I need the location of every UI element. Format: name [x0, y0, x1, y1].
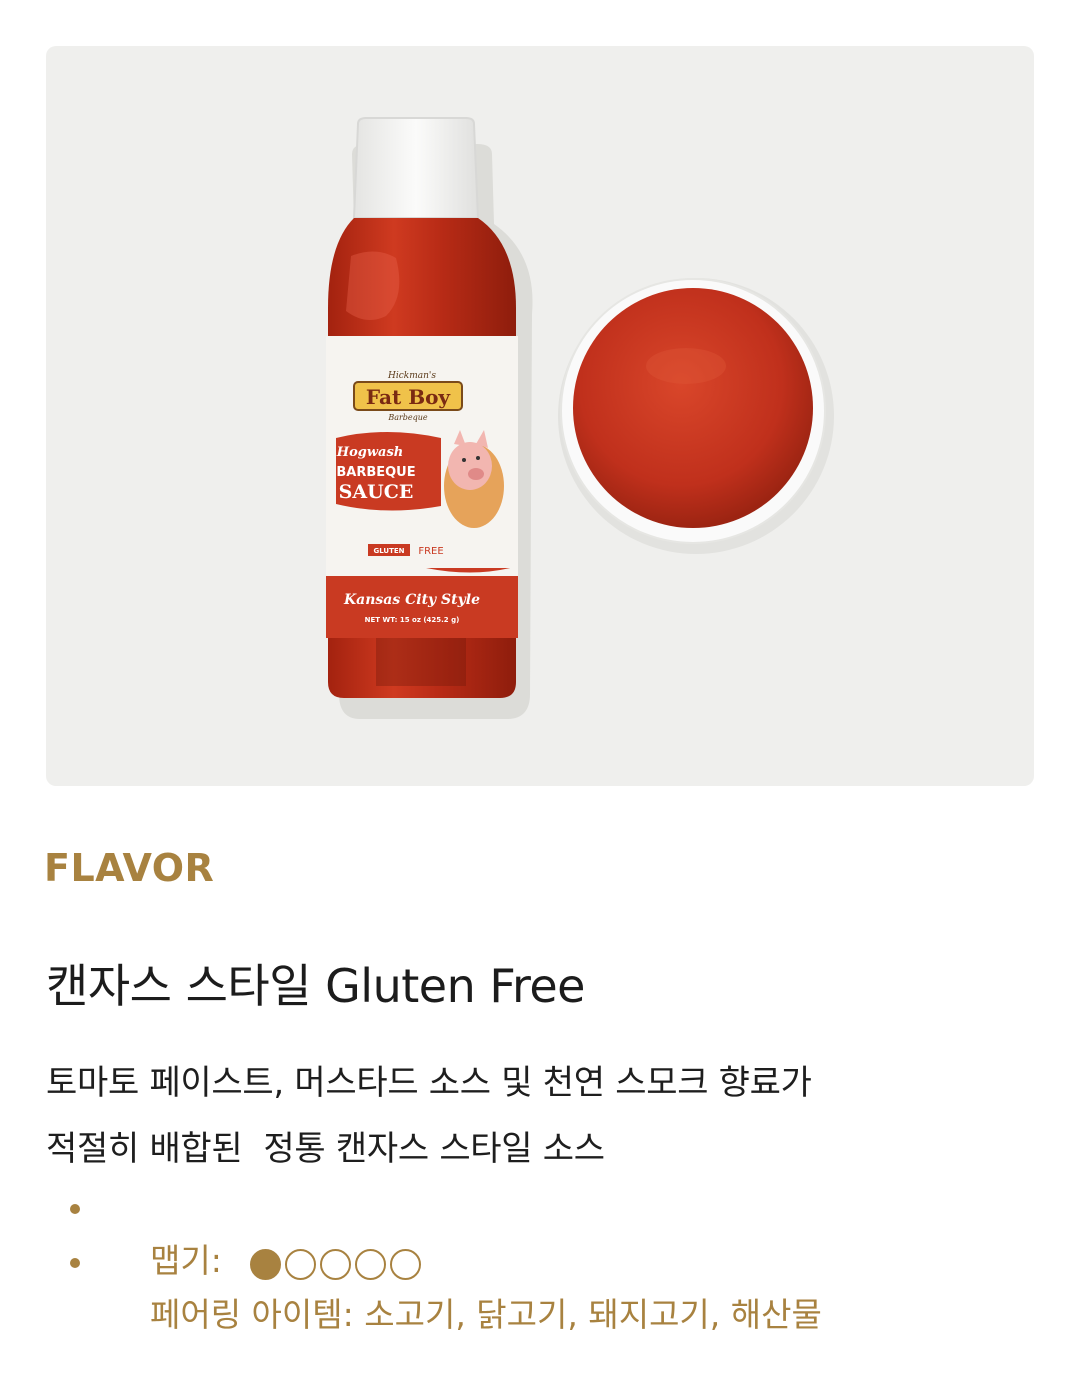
bottle-cap [352, 117, 480, 219]
bullet-icon [70, 1204, 80, 1214]
pairing-label: 페어링 아이템: [149, 1295, 365, 1334]
label-style: Kansas City Style [343, 592, 480, 608]
label-free: FREE [418, 546, 443, 557]
spec-item-pairing: 페어링 아이템: 소고기, 닭고기, 돼지고기, 해산물 [70, 1234, 822, 1334]
label-script-name: Hogwash [336, 445, 403, 460]
product-hero-image: Hickman's Fat Boy Barbeque Hogwash BARBE… [46, 46, 1034, 786]
description-line: 토마토 페이스트, 머스타드 소스 및 천연 스모크 향료가 [46, 1063, 812, 1103]
label-line1: BARBEQUE [336, 465, 415, 480]
spec-item-spice: 맵기: [70, 1180, 822, 1280]
label-net-weight: NET WT: 15 oz (425.2 g) [365, 616, 460, 624]
spec-list: 맵기: 페어링 아이템: 소고기, 닭고기, 돼지고기, 해산물 [70, 1180, 822, 1334]
pairing-value: 소고기, 닭고기, 돼지고기, 해산물 [364, 1295, 822, 1334]
label-line2: SAUCE [339, 481, 414, 503]
label-gluten: GLUTEN [373, 547, 404, 555]
product-title: 캔자스 스타일 Gluten Free [46, 959, 585, 1013]
label-brand-small: Hickman's [387, 371, 436, 381]
label-brand-sub: Barbeque [387, 413, 428, 422]
label-brand-main: Fat Boy [366, 385, 452, 409]
bullet-icon [70, 1258, 80, 1268]
product-description: 토마토 페이스트, 머스타드 소스 및 천연 스모크 향료가 적절히 배합된 정… [46, 1050, 1036, 1182]
section-label: FLAVOR [44, 846, 215, 890]
sauce-in-bowl [573, 288, 813, 528]
description-line: 적절히 배합된 정통 캔자스 스타일 소스 [46, 1129, 605, 1169]
